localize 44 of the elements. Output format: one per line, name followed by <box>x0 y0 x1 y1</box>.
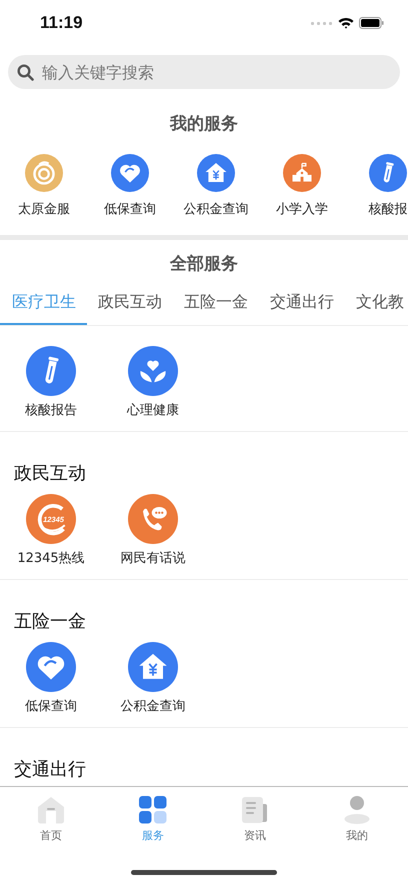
category-tab[interactable]: 交通出行 <box>259 284 345 325</box>
section-heading: 政民互动 <box>13 462 87 486</box>
news-icon <box>242 796 268 824</box>
service-label: 12345热线 <box>17 550 85 568</box>
category-tab[interactable]: 文化教 <box>345 284 408 325</box>
section-title: 全部服务 <box>168 253 239 275</box>
phone-chat-icon[interactable] <box>128 494 178 544</box>
house-icon[interactable] <box>128 642 178 692</box>
grid-icon <box>139 796 167 824</box>
service-label: 低保查询 <box>104 201 156 218</box>
home-icon <box>37 796 65 824</box>
nav-tab[interactable]: 服务 <box>102 796 204 844</box>
nav-label: 首页 <box>40 828 62 843</box>
status-time: 11:19 <box>40 13 83 33</box>
category-tab[interactable]: 政民互动 <box>87 284 173 325</box>
school-icon[interactable] <box>283 154 321 192</box>
nav-label: 资讯 <box>244 828 266 843</box>
category-tab[interactable]: 五险一金 <box>173 284 259 325</box>
nav-label: 我的 <box>346 828 368 843</box>
service-label: 小学入学 <box>276 201 328 218</box>
search-field[interactable]: 输入关键字搜索 <box>8 55 400 89</box>
nav-label: 服务 <box>142 828 164 843</box>
service-label: 公积金查询 <box>184 201 248 218</box>
battery-icon <box>359 17 384 29</box>
section-title: 我的服务 <box>168 113 239 135</box>
service-label: 公积金查询 <box>120 698 186 716</box>
section-heading: 交通出行 <box>13 758 87 782</box>
person-icon <box>344 796 370 824</box>
nav-tab[interactable]: 资讯 <box>204 796 306 844</box>
nav-tab[interactable]: 我的 <box>306 796 408 844</box>
service-label: 核酸报告 <box>25 402 77 420</box>
service-label: 网民有话说 <box>120 550 186 568</box>
service-label: 核酸报 <box>368 201 408 218</box>
test-tube-icon[interactable] <box>26 346 76 396</box>
service-label: 心理健康 <box>127 402 179 420</box>
service-label: 低保查询 <box>25 698 77 716</box>
house-icon[interactable] <box>197 154 235 192</box>
nav-tab[interactable]: 首页 <box>0 796 102 844</box>
test-tube-icon[interactable] <box>369 154 407 192</box>
section-heading: 五险一金 <box>13 610 87 634</box>
wifi-icon <box>338 17 354 29</box>
category-tab[interactable]: 医疗卫生 <box>0 284 87 325</box>
signal-icon <box>311 20 333 26</box>
service-label: 太原金服 <box>18 201 70 218</box>
